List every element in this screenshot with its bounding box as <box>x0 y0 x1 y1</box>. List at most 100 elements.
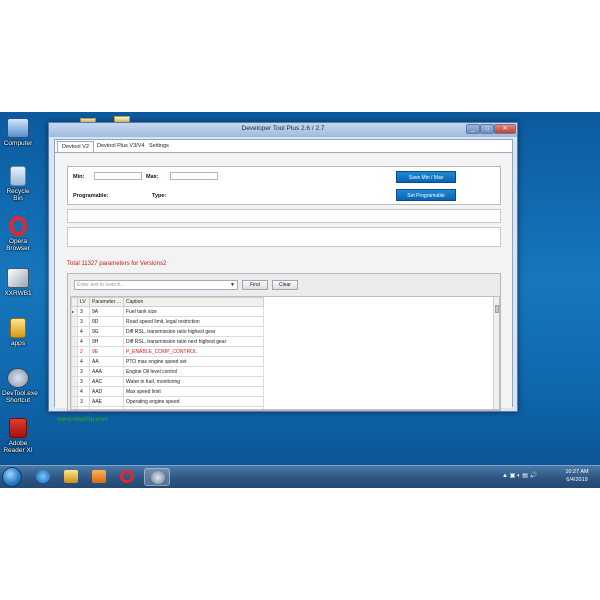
desktop-icon-apps[interactable]: apps <box>2 318 34 347</box>
desktop-icon-recycle-bin[interactable]: Recycle Bin <box>2 166 34 202</box>
cell-caption: Diff RSL, transmission ratio highest gea… <box>123 326 264 337</box>
ie-icon <box>36 470 50 483</box>
cell-lv: 4 <box>77 386 90 397</box>
cell-lv: 3 <box>77 376 90 387</box>
table-row[interactable]: 4 9H Diff RSL, transmission ratio next hig… <box>71 336 264 347</box>
column-header-lv[interactable]: LV <box>77 297 90 307</box>
cell-parameter: AAF <box>89 406 124 409</box>
start-button[interactable] <box>2 467 22 487</box>
min-input[interactable] <box>94 172 142 180</box>
description-field <box>67 227 501 247</box>
column-header-parameter[interactable]: Parameter ... <box>89 297 124 307</box>
cell-lv: 4 <box>77 336 90 347</box>
table-row[interactable]: 3 9D Road speed limit, legal restriction <box>71 316 264 327</box>
taskbar-media-player[interactable] <box>86 468 112 486</box>
cell-lv: 4 <box>77 326 90 337</box>
cell-parameter: AAD <box>89 386 124 397</box>
cell-caption: PTO max engine speed set <box>123 356 264 367</box>
table-row[interactable]: 3 AAA Engine Oil level control <box>71 366 264 377</box>
chevron-down-icon[interactable]: ▼ <box>230 282 235 288</box>
clock[interactable]: 10:27 AM 6/4/2019 <box>560 468 594 484</box>
cell-caption: Max speed limit <box>123 386 264 397</box>
close-button[interactable]: ✕ <box>494 124 516 134</box>
cell-lv: 3 <box>77 366 90 377</box>
parameter-editor: Min: Max: Programable: Type: Save Min / … <box>67 166 501 205</box>
max-label: Max: <box>146 174 159 180</box>
desktop-icon-computer[interactable]: Computer <box>2 118 34 147</box>
min-label: Min: <box>73 174 85 180</box>
minimize-button[interactable]: _ <box>466 124 480 134</box>
cell-caption: Operating engine speed <box>123 396 264 407</box>
cell-caption: Operating engine speed, setting <box>123 406 264 409</box>
explorer-icon <box>64 470 78 483</box>
desktop-icon-opera[interactable]: Opera Browser <box>2 216 34 252</box>
clock-time: 10:27 AM <box>565 469 589 475</box>
parameter-count: Total 11327 parameters for Versions2 <box>67 261 167 267</box>
acrobat-icon <box>9 418 27 438</box>
desktop-icon-app[interactable]: XXRWB1 <box>2 268 34 297</box>
opera-icon <box>9 216 27 236</box>
taskbar-devtool[interactable] <box>144 468 170 486</box>
tab-devtool-v2[interactable]: Devtool V2 <box>57 141 94 152</box>
cell-lv: 3 <box>77 306 90 317</box>
table-row[interactable]: 4 AAD Max speed limit <box>71 386 264 397</box>
cell-parameter: 9G <box>89 326 124 337</box>
taskbar-ie[interactable] <box>30 468 56 486</box>
window-title: Developer Tool Plus 2.6 / 2.7 <box>241 125 325 132</box>
cell-caption: Road speed limit, legal restriction <box>123 316 264 327</box>
recycle-bin-icon <box>10 166 26 186</box>
tab-devtool-plus[interactable]: Devtool Plus V3/V4 <box>93 141 148 152</box>
cell-caption: Water in fuel, monitoring <box>123 376 264 387</box>
desktop: Computer Recycle Bin Opera Browser XXRWB… <box>0 112 600 488</box>
devtool-window: Developer Tool Plus 2.6 / 2.7 _ □ ✕ Devt… <box>48 122 518 423</box>
save-min-max-button[interactable]: Save Min / Max <box>396 171 456 183</box>
cell-parameter: 9E <box>89 346 124 357</box>
scrollbar-thumb[interactable] <box>495 305 499 313</box>
cell-parameter: 9D <box>89 316 124 327</box>
parameter-grid-panel: Enter text to search... ▼ Find Clear LV … <box>67 273 501 411</box>
window-client: Devtool V2 Devtool Plus V3/V4 Settings M… <box>54 139 513 423</box>
table-row[interactable]: 3 AAC Water in fuel, monitoring <box>71 376 264 387</box>
opera-icon <box>120 470 134 483</box>
window-titlebar[interactable]: Developer Tool Plus 2.6 / 2.7 _ □ ✕ <box>49 123 517 137</box>
volvo-icon <box>151 471 165 484</box>
desktop-icon-devtool[interactable]: DevTool.exe Shortcut <box>2 368 38 404</box>
table-row[interactable]: 4 AA PTO max engine speed set <box>71 356 264 367</box>
cell-lv: 3 <box>77 396 90 407</box>
type-label: Type: <box>152 193 167 199</box>
cell-lv: 2 <box>77 346 90 357</box>
taskbar-explorer[interactable] <box>58 468 84 486</box>
taskbar-opera[interactable] <box>114 468 140 486</box>
cell-parameter: AAC <box>89 376 124 387</box>
cell-parameter: AAE <box>89 396 124 407</box>
cell-caption: Engine Oil level control <box>123 366 264 377</box>
column-header-caption[interactable]: Caption <box>123 297 264 307</box>
cell-parameter: 9H <box>89 336 124 347</box>
table-row[interactable]: 4 9G Diff RSL, transmission ratio highest … <box>71 326 264 337</box>
table-row[interactable]: 2 9E P_ENABLE_COMP_CONTROL <box>71 346 264 357</box>
cell-caption: P_ENABLE_COMP_CONTROL <box>123 346 264 357</box>
search-input[interactable]: Enter text to search... <box>74 280 238 290</box>
volvo-icon <box>7 368 29 388</box>
tray-expand-icon[interactable]: ▲ <box>502 473 508 479</box>
table-row[interactable]: 3 AAE Operating engine speed <box>71 396 264 407</box>
cell-lv: 4 <box>77 406 90 409</box>
vertical-scrollbar[interactable] <box>493 297 499 409</box>
max-input[interactable] <box>170 172 218 180</box>
programable-label: Programable: <box>73 193 109 199</box>
clear-button[interactable]: Clear <box>272 280 298 290</box>
cell-caption: Fuel tank size <box>123 306 264 317</box>
tab-settings[interactable]: Settings <box>145 141 173 152</box>
desktop-icon-adobe[interactable]: Adobe Reader XI <box>2 418 34 454</box>
website-link[interactable]: www.otochip.com <box>57 417 108 423</box>
cell-parameter: AAA <box>89 366 124 377</box>
clock-date: 6/4/2019 <box>566 477 588 483</box>
parameter-table: LV Parameter ... Caption ▸ 3 9A Fuel tank s… <box>70 296 500 410</box>
system-tray[interactable]: ▲ ▣ ◐ ▤ 🔊 <box>502 472 558 482</box>
media-player-icon <box>92 470 106 483</box>
table-row[interactable]: 4AAFOperating engine speed, setting <box>71 406 264 409</box>
maximize-button[interactable]: □ <box>480 124 494 134</box>
table-row[interactable]: ▸ 3 9A Fuel tank size <box>71 306 264 317</box>
set-programable-button[interactable]: Set Programable <box>396 189 456 201</box>
find-button[interactable]: Find <box>242 280 268 290</box>
